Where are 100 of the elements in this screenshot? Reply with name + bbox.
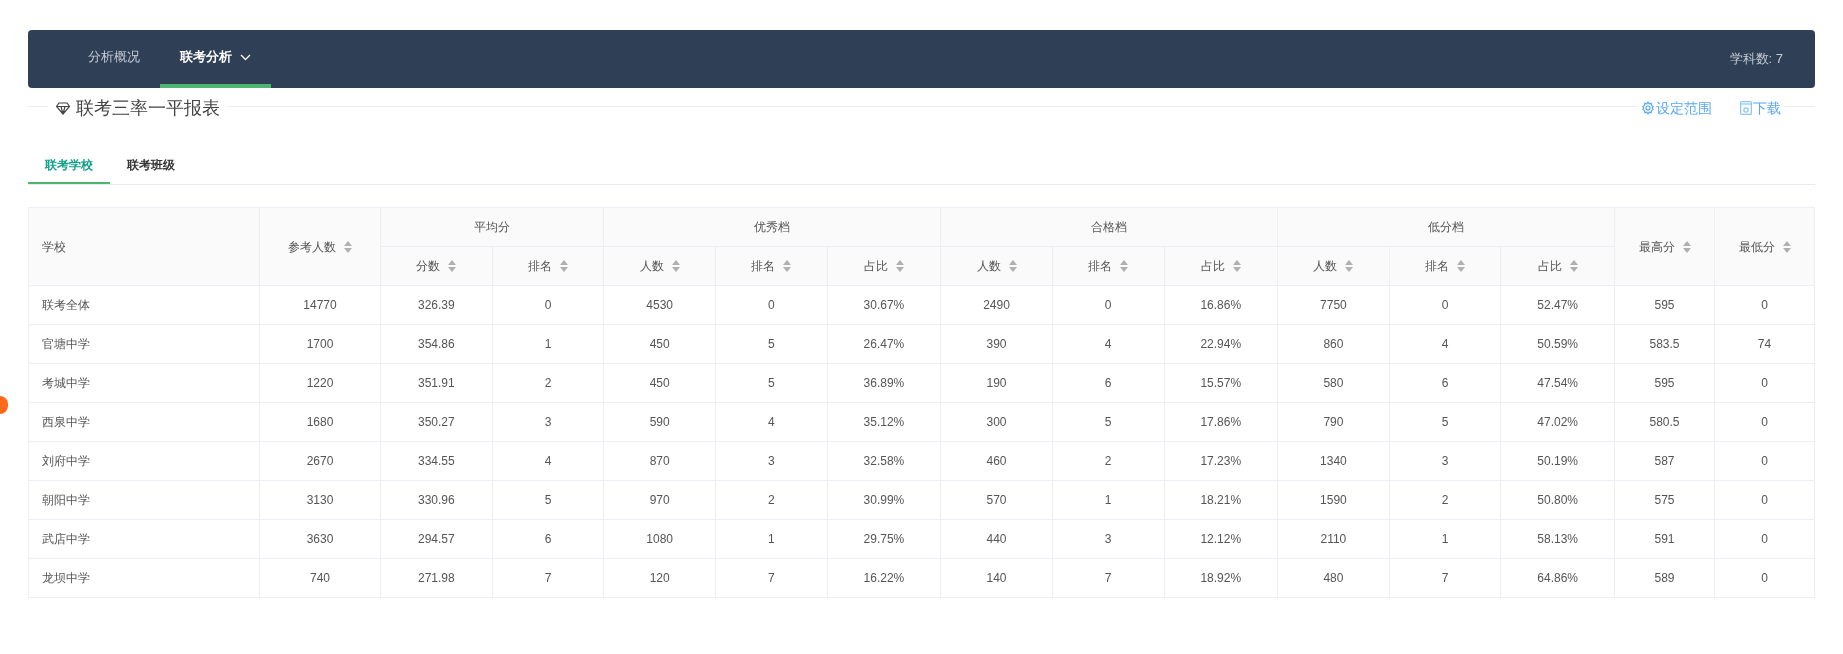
table-cell: 74: [1757, 337, 1772, 351]
table-cell: 17.86%: [1200, 415, 1242, 429]
table-cell: 1700: [306, 337, 334, 351]
table-cell: 790: [1323, 415, 1344, 429]
table-cell: 120: [649, 571, 670, 585]
table-cell: 480: [1323, 571, 1344, 585]
table-cell: 326.39: [417, 298, 455, 312]
table-cell: 29.75%: [863, 532, 905, 546]
table-cell: 0: [544, 298, 552, 312]
column-header: 排名: [751, 258, 776, 275]
table-cell: 3: [1441, 454, 1449, 468]
table-cell: 450: [649, 376, 670, 390]
column-header: 最低分: [1738, 238, 1775, 256]
table-cell: 300: [986, 415, 1007, 429]
table-cell: 7: [767, 571, 775, 585]
sort-icon[interactable]: [1682, 240, 1691, 253]
table-cell: 0: [1761, 454, 1768, 468]
sub-tab[interactable]: 联考班级: [110, 148, 192, 184]
column-group-header: 优秀档: [754, 220, 791, 234]
table-cell: 官塘中学: [42, 337, 90, 351]
table-cell: 595: [1654, 298, 1675, 312]
sort-icon[interactable]: [344, 240, 352, 253]
column-group-header: 平均分: [474, 220, 511, 234]
table-cell: 2: [1441, 493, 1449, 507]
sort-icon[interactable]: [1120, 260, 1129, 272]
table-cell: 0: [1761, 415, 1768, 429]
table-cell: 1680: [306, 415, 334, 429]
sort-icon[interactable]: [671, 260, 680, 272]
table-cell: 575: [1654, 493, 1675, 507]
diamond-icon: [56, 101, 70, 115]
table-cell: 4: [1441, 337, 1449, 351]
sort-icon[interactable]: [448, 260, 457, 272]
table-cell: 26.47%: [863, 337, 905, 351]
sort-icon[interactable]: [1569, 260, 1578, 272]
column-header: 占比: [863, 258, 888, 275]
table-cell: 武店中学: [42, 532, 90, 546]
nav-tab[interactable]: 联考分析: [160, 30, 271, 88]
table-cell: 1590: [1320, 493, 1347, 507]
sort-icon[interactable]: [1345, 260, 1354, 272]
settings-icon: [1641, 101, 1655, 115]
table-cell: 50.80%: [1537, 493, 1579, 507]
table-cell: 860: [1323, 337, 1344, 351]
table-cell: 0: [767, 298, 775, 312]
table-cell: 580: [1323, 376, 1344, 390]
table-cell: 4530: [646, 298, 673, 312]
table-cell: 50.19%: [1537, 454, 1579, 468]
sort-icon[interactable]: [1232, 260, 1241, 272]
table-cell: 1220: [306, 376, 334, 390]
sort-icon[interactable]: [560, 260, 568, 272]
table-cell: 590: [649, 415, 670, 429]
table-cell: 4: [544, 454, 552, 468]
table-cell: 朝阳中学: [42, 493, 90, 507]
column-header: 排名: [1088, 258, 1113, 275]
table-cell: 17.23%: [1200, 454, 1242, 468]
table-cell: 1080: [646, 532, 673, 546]
table-cell: 1: [1104, 493, 1112, 507]
table-cell: 3630: [306, 532, 334, 546]
table-cell: 354.86: [417, 337, 455, 351]
table-cell: 330.96: [417, 493, 455, 507]
table-cell: 18.92%: [1200, 571, 1242, 585]
table-cell: 440: [986, 532, 1007, 546]
nav-tab[interactable]: 分析概况: [68, 30, 160, 88]
table-cell: 970: [649, 493, 670, 507]
table-cell: 2: [767, 493, 775, 507]
subject-count: 学科数: 7: [1729, 50, 1783, 69]
chevron-down-icon: [240, 53, 251, 61]
table-cell: 0: [1441, 298, 1449, 312]
table-cell: 1: [1441, 532, 1449, 546]
sort-icon[interactable]: [1008, 260, 1017, 272]
sort-icon[interactable]: [1782, 240, 1791, 253]
sort-icon[interactable]: [895, 260, 904, 272]
table-cell: 7: [1104, 571, 1112, 585]
table-cell: 58.13%: [1537, 532, 1579, 546]
table-cell: 450: [649, 337, 670, 351]
sort-icon[interactable]: [1457, 260, 1466, 272]
table-cell: 2670: [306, 454, 334, 468]
table-cell: 22.94%: [1200, 337, 1242, 351]
table-cell: 64.86%: [1537, 571, 1579, 585]
table-cell: 589: [1654, 571, 1675, 585]
table-cell: 740: [310, 571, 330, 585]
table-cell: 52.47%: [1537, 298, 1579, 312]
column-header: 最高分: [1638, 238, 1675, 256]
sort-icon[interactable]: [783, 260, 792, 272]
table-cell: 0: [1761, 298, 1768, 312]
table-cell: 16.86%: [1200, 298, 1242, 312]
column-header: 学校: [42, 238, 66, 256]
table-cell: 350.27: [417, 415, 455, 429]
table-cell: 15.57%: [1200, 376, 1242, 390]
column-header: 人数: [639, 258, 664, 275]
table-cell: 3: [1104, 532, 1112, 546]
table-cell: 2110: [1320, 532, 1347, 546]
table-cell: 14770: [303, 298, 337, 312]
column-header: 参考人数: [288, 238, 336, 256]
table-cell: 16.22%: [863, 571, 905, 585]
table-cell: 1: [767, 532, 775, 546]
table-cell: 5: [544, 493, 552, 507]
table-cell: 0: [1104, 298, 1112, 312]
table-cell: 583.5: [1649, 337, 1680, 351]
table-cell: 3: [767, 454, 775, 468]
table-cell: 3: [544, 415, 552, 429]
